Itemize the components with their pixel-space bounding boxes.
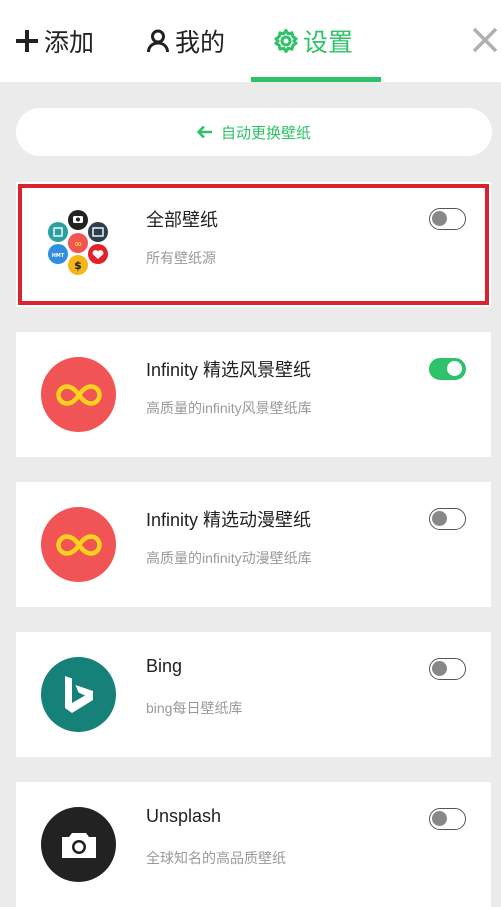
source-subtitle: 全球知名的高品质壁纸 — [146, 850, 286, 866]
tab-mine[interactable]: 我的 — [145, 0, 225, 82]
user-icon — [145, 28, 171, 54]
toggle-knob — [432, 661, 447, 676]
close-button[interactable] — [469, 24, 501, 56]
svg-text:∞: ∞ — [74, 239, 82, 250]
source-subtitle: bing每日壁纸库 — [146, 700, 243, 716]
tab-settings-label: 设置 — [303, 29, 354, 57]
source-toggle-infinity-scenery[interactable] — [429, 358, 466, 380]
source-title: Bing — [146, 656, 183, 676]
source-subtitle: 高质量的infinity风景壁纸库 — [146, 400, 312, 416]
source-subtitle: 高质量的infinity动漫壁纸库 — [146, 550, 312, 566]
infinity-icon — [41, 507, 116, 582]
infinity-icon — [41, 357, 116, 432]
source-title: Unsplash — [146, 806, 222, 826]
bing-icon — [41, 657, 116, 732]
source-toggle-all[interactable] — [429, 208, 466, 230]
toggle-knob — [432, 811, 447, 826]
svg-text:$: $ — [74, 259, 82, 272]
source-toggle-infinity-anime[interactable] — [429, 508, 466, 530]
toggle-knob — [432, 211, 447, 226]
source-title: Infinity 精选动漫壁纸 — [146, 510, 312, 530]
camera-icon — [41, 807, 116, 882]
source-card-unsplash[interactable]: Unsplash 全球知名的高品质壁纸 — [16, 782, 491, 907]
active-tab-indicator — [251, 77, 381, 82]
close-icon — [472, 27, 498, 53]
source-toggle-unsplash[interactable] — [429, 808, 466, 830]
toggle-knob — [447, 361, 462, 376]
source-card-bing[interactable]: Bing bing每日壁纸库 — [16, 632, 491, 757]
arrow-left-icon — [197, 125, 212, 139]
source-card-all[interactable]: ∞ HMT $ 全部壁纸 所有壁纸源 — [16, 182, 491, 307]
tab-add-label: 添加 — [44, 29, 95, 57]
source-toggle-bing[interactable] — [429, 658, 466, 680]
all-sources-icon: ∞ HMT $ — [41, 207, 116, 282]
auto-change-wallpaper-button[interactable]: 自动更换壁纸 — [16, 108, 492, 156]
tab-add[interactable]: 添加 — [14, 0, 94, 82]
auto-change-label: 自动更换壁纸 — [220, 124, 311, 142]
plus-icon — [14, 28, 40, 54]
svg-text:HMT: HMT — [52, 253, 65, 259]
gear-icon — [273, 28, 299, 54]
source-title: 全部壁纸 — [146, 210, 218, 230]
toggle-knob — [432, 511, 447, 526]
source-card-infinity-anime[interactable]: Infinity 精选动漫壁纸 高质量的infinity动漫壁纸库 — [16, 482, 491, 607]
tab-mine-label: 我的 — [175, 29, 226, 57]
tab-settings[interactable]: 设置 — [273, 0, 353, 82]
source-card-infinity-scenery[interactable]: Infinity 精选风景壁纸 高质量的infinity风景壁纸库 — [16, 332, 491, 457]
header-bar: 添加 我的 设置 — [0, 0, 501, 82]
source-title: Infinity 精选风景壁纸 — [146, 360, 312, 380]
source-subtitle: 所有壁纸源 — [146, 250, 216, 266]
